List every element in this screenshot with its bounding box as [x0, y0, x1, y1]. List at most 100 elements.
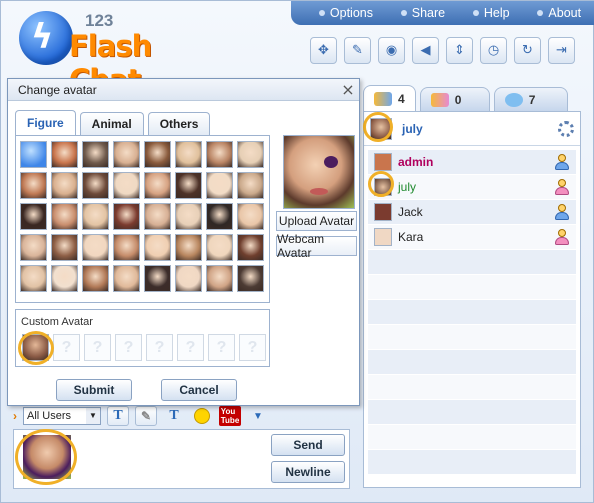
avatar-option[interactable] [113, 141, 140, 168]
webcam-avatar-button[interactable]: Webcam Avatar [276, 232, 357, 260]
empty-avatar-slot[interactable]: ? [177, 334, 204, 361]
avatar-option[interactable] [144, 172, 171, 199]
text-format-button[interactable]: T [107, 406, 129, 426]
tab-others[interactable]: Others [147, 112, 211, 135]
avatar-preview [283, 135, 355, 209]
avatar-option[interactable] [144, 234, 171, 261]
logout-button[interactable]: ⇥ [548, 37, 575, 64]
avatar-option[interactable] [175, 141, 202, 168]
avatar-option[interactable] [113, 234, 140, 261]
empty-avatar-slot[interactable]: ? [115, 334, 142, 361]
nav-help[interactable]: Help [472, 6, 510, 20]
avatar-option[interactable] [51, 203, 78, 230]
tab-animal[interactable]: Animal [79, 112, 144, 135]
default-avatar-option[interactable] [20, 141, 47, 168]
dialog-titlebar: Change avatar × [8, 79, 359, 101]
chat-icon [504, 92, 523, 107]
cancel-button[interactable]: Cancel [161, 379, 237, 401]
tab-chats[interactable]: 7 [493, 87, 568, 111]
avatar-option[interactable] [20, 172, 47, 199]
bullet-icon [400, 10, 407, 16]
gear-icon[interactable] [558, 120, 574, 137]
empty-avatar-slot[interactable]: ? [208, 334, 235, 361]
avatar-option[interactable] [175, 265, 202, 292]
avatar-option[interactable] [82, 141, 109, 168]
user-name: Kara [398, 230, 424, 244]
gamepad-button[interactable]: ✥ [310, 37, 337, 64]
avatar-option[interactable] [206, 141, 233, 168]
avatar-option[interactable] [237, 265, 264, 292]
avatar-option[interactable] [20, 234, 47, 261]
avatar-option[interactable] [51, 172, 78, 199]
avatar-option[interactable] [20, 265, 47, 292]
user-row-admin[interactable]: admin [368, 150, 576, 175]
avatar-option[interactable] [206, 265, 233, 292]
current-user-name: july [402, 121, 423, 136]
send-button[interactable]: Send [271, 434, 345, 456]
avatar-option[interactable] [51, 265, 78, 292]
avatar-option[interactable] [175, 203, 202, 230]
avatar-option[interactable] [82, 172, 109, 199]
avatar-option[interactable] [206, 172, 233, 199]
avatar-option[interactable] [175, 234, 202, 261]
empty-row [368, 425, 576, 450]
highlight-ring [15, 429, 77, 485]
dialog-title: Change avatar [18, 82, 97, 97]
avatar-option[interactable] [113, 265, 140, 292]
more-button[interactable]: ▼ [247, 406, 269, 426]
avatar-option[interactable] [237, 234, 264, 261]
avatar-option[interactable] [51, 141, 78, 168]
history-button[interactable]: ◷ [480, 37, 507, 64]
empty-avatar-slot[interactable]: ? [239, 334, 266, 361]
nav-about[interactable]: About [537, 6, 581, 20]
tab-rooms-count: 0 [454, 92, 462, 107]
refresh-button[interactable]: ↻ [514, 37, 541, 64]
user-avatar [374, 203, 392, 221]
user-row-jack[interactable]: Jack [368, 200, 576, 225]
avatar-option[interactable] [20, 203, 47, 230]
edit-button[interactable]: ✎ [344, 37, 371, 64]
recipient-select[interactable]: All Users ▼ [23, 407, 101, 425]
avatar-option[interactable] [206, 234, 233, 261]
avatar-option[interactable] [144, 265, 171, 292]
bullet-icon [537, 10, 544, 16]
avatar-option[interactable] [51, 234, 78, 261]
user-row-july[interactable]: july [368, 175, 576, 200]
avatar-option[interactable] [237, 141, 264, 168]
newline-button[interactable]: Newline [271, 461, 345, 483]
avatar-option[interactable] [237, 172, 264, 199]
webcam-button[interactable]: ◉ [378, 37, 405, 64]
close-icon[interactable]: × [337, 80, 359, 99]
youtube-button[interactable]: You Tube [218, 406, 242, 426]
user-name: july [398, 180, 417, 194]
text-color-button[interactable]: T [163, 406, 185, 426]
sort-button[interactable]: ⇕ [446, 37, 473, 64]
empty-avatar-slot[interactable]: ? [84, 334, 111, 361]
avatar-option[interactable] [82, 203, 109, 230]
right-tabs: 4 0 7 [363, 85, 568, 111]
avatar-option[interactable] [113, 203, 140, 230]
empty-avatar-slot[interactable]: ? [53, 334, 80, 361]
clock-icon: ◷ [487, 43, 500, 58]
avatar-option[interactable] [144, 203, 171, 230]
avatar-option[interactable] [82, 234, 109, 261]
avatar-option[interactable] [144, 141, 171, 168]
user-row-kara[interactable]: Kara [368, 225, 576, 250]
nav-options[interactable]: Options [318, 6, 373, 20]
tab-rooms[interactable]: 0 [419, 87, 490, 111]
nav-share[interactable]: Share [400, 6, 445, 20]
emoticon-button[interactable] [191, 406, 213, 426]
tab-users[interactable]: 4 [363, 85, 416, 111]
upload-avatar-button[interactable]: Upload Avatar [276, 211, 357, 231]
avatar-option[interactable] [82, 265, 109, 292]
empty-avatar-slot[interactable]: ? [146, 334, 173, 361]
pencil-button[interactable]: ✎ [135, 406, 157, 426]
avatar-option[interactable] [175, 172, 202, 199]
submit-button[interactable]: Submit [56, 379, 132, 401]
tab-figure[interactable]: Figure [15, 110, 76, 135]
pencil-icon: ✎ [140, 408, 152, 423]
sound-button[interactable]: ◀ [412, 37, 439, 64]
avatar-option[interactable] [113, 172, 140, 199]
avatar-option[interactable] [206, 203, 233, 230]
avatar-option[interactable] [237, 203, 264, 230]
